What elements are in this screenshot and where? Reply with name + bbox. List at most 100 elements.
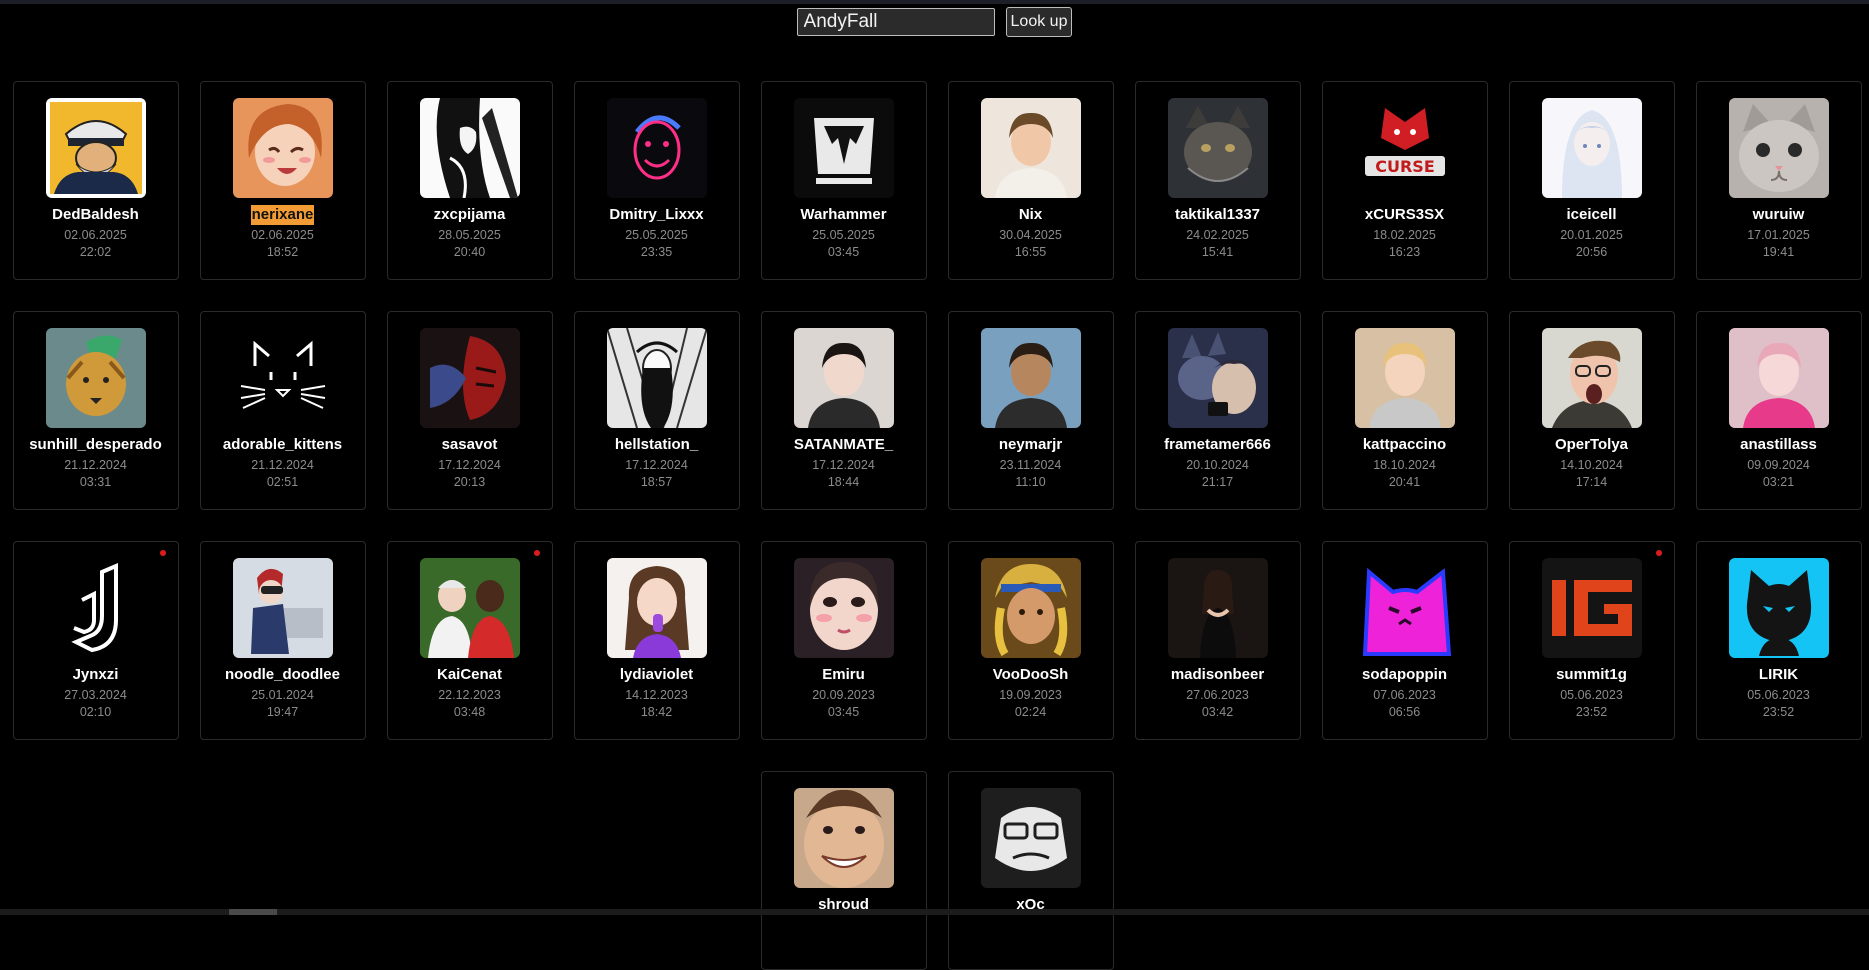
manga-art-avatar-icon[interactable] [607,328,707,428]
channel-name[interactable]: Warhammer [800,205,886,225]
channel-card[interactable]: hellstation_17.12.202418:57 [574,311,740,510]
person-avatar-icon[interactable] [794,328,894,428]
channel-card[interactable]: anastillass09.09.202403:21 [1696,311,1862,510]
gorilla-logo-icon[interactable] [981,788,1081,888]
person-avatar-icon[interactable] [794,558,894,658]
channel-name[interactable]: Emiru [822,665,865,685]
person-avatar-icon[interactable] [981,98,1081,198]
cartoon-wolf-avatar-icon[interactable] [1168,328,1268,428]
channel-card[interactable]: sodapoppin07.06.202306:56 [1322,541,1488,740]
channel-name[interactable]: OperTolya [1555,435,1628,455]
person-avatar-icon[interactable] [1168,558,1268,658]
channel-name[interactable]: frametamer666 [1164,435,1271,455]
channel-card[interactable]: wuruiw17.01.202519:41 [1696,81,1862,280]
person-avatar-icon[interactable] [420,558,520,658]
channel-card[interactable]: nerixane02.06.202518:52 [200,81,366,280]
person-avatar-icon[interactable] [1355,328,1455,428]
captain-avatar-icon[interactable] [46,98,146,198]
channel-card[interactable]: zxcpijama28.05.202520:40 [387,81,553,280]
channel-name[interactable]: kattpaccino [1363,435,1446,455]
channel-name[interactable]: iceicell [1566,205,1616,225]
channel-card[interactable]: Warhammer25.05.202503:45 [761,81,927,280]
channel-name[interactable]: neymarjr [999,435,1062,455]
warhammer-logo-icon[interactable] [794,98,894,198]
anime-girl-avatar-icon[interactable] [233,98,333,198]
channel-name[interactable]: noodle_doodlee [225,665,340,685]
channel-card[interactable]: SATANMATE_17.12.202418:44 [761,311,927,510]
search-input[interactable] [797,8,995,36]
neon-face-avatar-icon[interactable] [607,98,707,198]
channel-card[interactable]: sasavot17.12.202420:13 [387,311,553,510]
person-avatar-icon[interactable] [794,788,894,888]
channel-card[interactable]: Emiru20.09.202303:45 [761,541,927,740]
magenta-cat-logo-icon[interactable] [1355,558,1455,658]
channel-name[interactable]: summit1g [1556,665,1627,685]
jynxzi-logo-icon[interactable] [46,558,146,658]
look-up-button[interactable]: Look up [1006,7,1073,37]
person-avatar-icon[interactable] [1542,328,1642,428]
channel-name[interactable]: sasavot [442,435,498,455]
channel-card[interactable]: noodle_doodlee25.01.202419:47 [200,541,366,740]
person-avatar-icon[interactable] [607,558,707,658]
channel-card[interactable]: lydiaviolet14.12.202318:42 [574,541,740,740]
channel-name[interactable]: Nix [1019,205,1042,225]
channel-name[interactable]: hellstation_ [615,435,698,455]
channel-card[interactable]: sunhill_desperado21.12.202403:31 [13,311,179,510]
curse-logo-icon[interactable]: CURSE [1355,98,1455,198]
black-cat-logo-icon[interactable] [1729,558,1829,658]
channel-name[interactable]: xCURS3SX [1365,205,1444,225]
channel-card[interactable]: KaiCenat22.12.202303:48 [387,541,553,740]
channel-name[interactable]: Jynxzi [73,665,119,685]
channel-card[interactable]: shroud [761,771,927,970]
sketch-character-avatar-icon[interactable] [420,98,520,198]
channel-card[interactable]: iceicell20.01.202520:56 [1509,81,1675,280]
channel-card[interactable]: Nix30.04.202516:55 [948,81,1114,280]
scrollbar-thumb[interactable] [229,909,277,915]
channel-card[interactable]: taktikal133724.02.202515:41 [1135,81,1301,280]
channel-name[interactable]: sodapoppin [1362,665,1447,685]
channel-card[interactable]: kattpaccino18.10.202420:41 [1322,311,1488,510]
anime-white-avatar-icon[interactable] [1542,98,1642,198]
channel-name[interactable]: Dmitry_Lixxx [609,205,703,225]
follow-date: 30.04.2025 [999,227,1062,244]
painted-king-avatar-icon[interactable] [981,558,1081,658]
channel-name[interactable]: wuruiw [1753,205,1805,225]
channel-name[interactable]: sunhill_desperado [29,435,162,455]
anime-character-avatar-icon[interactable] [233,558,333,658]
channel-name[interactable]: LIRIK [1759,665,1798,685]
channel-card[interactable]: VooDooSh19.09.202302:24 [948,541,1114,740]
channel-name[interactable]: taktikal1337 [1175,205,1260,225]
masked-warrior-avatar-icon[interactable] [420,328,520,428]
follow-time: 23:35 [641,244,672,261]
channel-name[interactable]: SATANMATE_ [794,435,893,455]
channel-name[interactable]: KaiCenat [437,665,502,685]
channel-name[interactable]: lydiaviolet [620,665,693,685]
channel-name[interactable]: zxcpijama [434,205,506,225]
1g-logo-icon[interactable] [1542,558,1642,658]
channel-card[interactable]: adorable_kittens21.12.202402:51 [200,311,366,510]
channel-name[interactable]: madisonbeer [1171,665,1264,685]
channel-name[interactable]: anastillass [1740,435,1817,455]
channel-card[interactable]: neymarjr23.11.202411:10 [948,311,1114,510]
channel-name[interactable]: DedBaldesh [52,205,139,225]
channel-card[interactable]: madisonbeer27.06.202303:42 [1135,541,1301,740]
channel-card[interactable]: Dmitry_Lixxx25.05.202523:35 [574,81,740,280]
channel-card[interactable]: summit1g05.06.202323:52 [1509,541,1675,740]
person-avatar-icon[interactable] [981,328,1081,428]
cat-avatar-icon[interactable] [1168,98,1268,198]
channel-name[interactable]: nerixane [251,205,315,225]
channel-card[interactable]: DedBaldesh02.06.202522:02 [13,81,179,280]
channel-card[interactable]: CURSExCURS3SX18.02.202516:23 [1322,81,1488,280]
channel-card[interactable]: Jynxzi27.03.202402:10 [13,541,179,740]
horizontal-scrollbar[interactable] [0,909,1869,915]
channel-card[interactable]: LIRIK05.06.202323:52 [1696,541,1862,740]
channel-card[interactable]: frametamer66620.10.202421:17 [1135,311,1301,510]
lion-avatar-icon[interactable] [46,328,146,428]
channel-card[interactable]: OperTolya14.10.202417:14 [1509,311,1675,510]
person-avatar-icon[interactable] [1729,328,1829,428]
channel-name[interactable]: VooDooSh [993,665,1069,685]
channel-card[interactable]: xQc [948,771,1114,970]
kitten-avatar-icon[interactable] [1729,98,1829,198]
channel-name[interactable]: adorable_kittens [223,435,342,455]
cat-face-logo-icon[interactable] [233,328,333,428]
